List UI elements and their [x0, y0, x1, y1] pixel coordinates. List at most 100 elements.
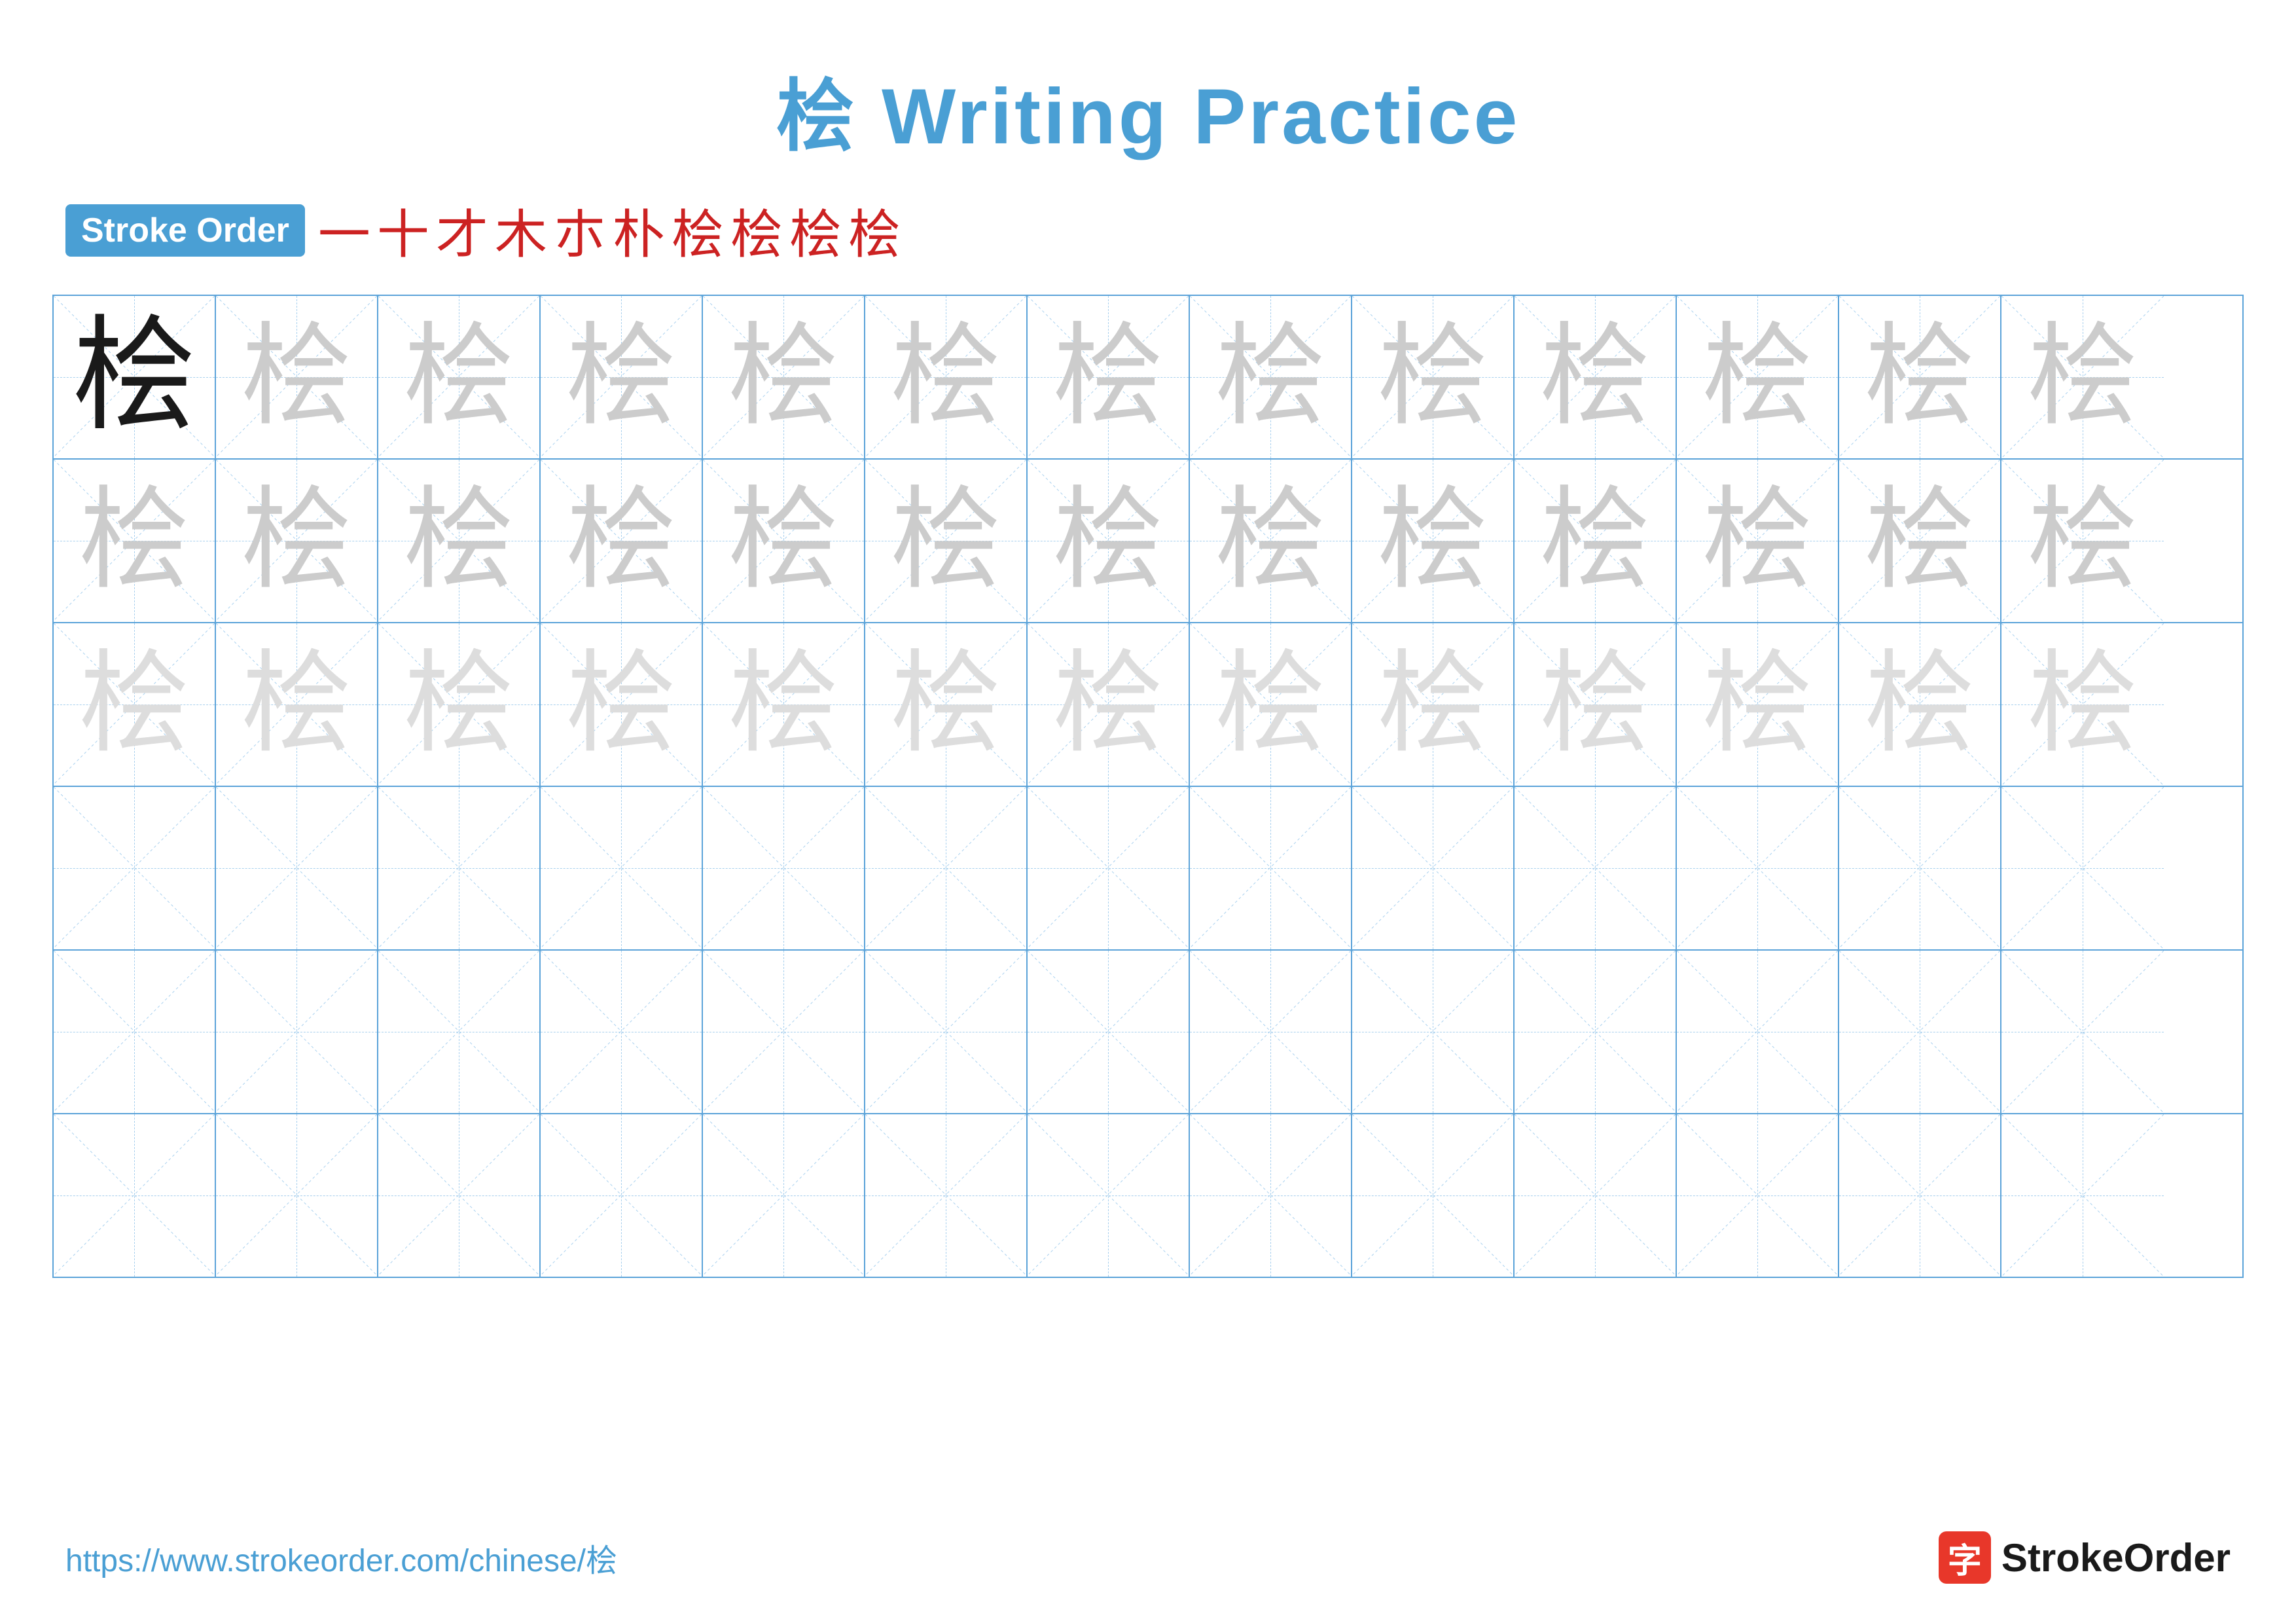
- grid-cell-5-9[interactable]: [1352, 951, 1515, 1113]
- grid-cell-4-12[interactable]: [1839, 787, 2001, 949]
- grid-cell-4-1[interactable]: [54, 787, 216, 949]
- grid-cell-2-1[interactable]: 桧: [54, 460, 216, 622]
- grid-cell-6-12[interactable]: [1839, 1114, 2001, 1277]
- grid-cell-2-5[interactable]: 桧: [703, 460, 865, 622]
- grid-cell-4-2[interactable]: [216, 787, 378, 949]
- stroke-7: 桧: [672, 192, 724, 268]
- grid-cell-4-7[interactable]: [1028, 787, 1190, 949]
- grid-cell-6-10[interactable]: [1515, 1114, 1677, 1277]
- grid-cell-4-13[interactable]: [2001, 787, 2164, 949]
- grid-cell-6-13[interactable]: [2001, 1114, 2164, 1277]
- grid-cell-1-6[interactable]: 桧: [865, 296, 1028, 458]
- grid-cell-5-6[interactable]: [865, 951, 1028, 1113]
- grid-cell-3-11[interactable]: 桧: [1677, 623, 1839, 786]
- page-title: 桧 Writing Practice: [0, 0, 2296, 192]
- grid-cell-6-7[interactable]: [1028, 1114, 1190, 1277]
- grid-cell-3-13[interactable]: 桧: [2001, 623, 2164, 786]
- grid-cell-1-1[interactable]: 桧: [54, 296, 216, 458]
- grid-cell-1-5[interactable]: 桧: [703, 296, 865, 458]
- grid-cell-5-1[interactable]: [54, 951, 216, 1113]
- grid-cell-4-4[interactable]: [541, 787, 703, 949]
- grid-cell-2-9[interactable]: 桧: [1352, 460, 1515, 622]
- grid-cell-2-10[interactable]: 桧: [1515, 460, 1677, 622]
- stroke-order-badge: Stroke Order: [65, 204, 305, 257]
- grid-cell-5-11[interactable]: [1677, 951, 1839, 1113]
- grid-cell-3-6[interactable]: 桧: [865, 623, 1028, 786]
- grid-cell-4-10[interactable]: [1515, 787, 1677, 949]
- grid-cell-3-4[interactable]: 桧: [541, 623, 703, 786]
- stroke-3: 才: [436, 192, 488, 268]
- grid-cell-3-9[interactable]: 桧: [1352, 623, 1515, 786]
- grid-cell-5-5[interactable]: [703, 951, 865, 1113]
- grid-cell-5-12[interactable]: [1839, 951, 2001, 1113]
- stroke-sequence: 一 十 才 木 朩 朴 桧 桧 桧 桧: [318, 192, 901, 268]
- grid-cell-5-8[interactable]: [1190, 951, 1352, 1113]
- grid-cell-5-3[interactable]: [378, 951, 541, 1113]
- grid-cell-3-8[interactable]: 桧: [1190, 623, 1352, 786]
- logo-brand-name: StrokeOrder: [2001, 1535, 2231, 1580]
- practice-grid: 桧 桧 桧 桧 桧 桧 桧 桧: [52, 295, 2244, 1278]
- grid-cell-4-8[interactable]: [1190, 787, 1352, 949]
- grid-cell-1-11[interactable]: 桧: [1677, 296, 1839, 458]
- grid-row-6: [54, 1114, 2242, 1277]
- grid-cell-3-7[interactable]: 桧: [1028, 623, 1190, 786]
- grid-row-2: 桧 桧 桧 桧 桧 桧 桧 桧: [54, 460, 2242, 623]
- grid-cell-4-6[interactable]: [865, 787, 1028, 949]
- grid-cell-1-9[interactable]: 桧: [1352, 296, 1515, 458]
- grid-cell-2-12[interactable]: 桧: [1839, 460, 2001, 622]
- grid-cell-5-10[interactable]: [1515, 951, 1677, 1113]
- grid-cell-6-1[interactable]: [54, 1114, 216, 1277]
- grid-cell-4-3[interactable]: [378, 787, 541, 949]
- stroke-8: 桧: [730, 192, 783, 268]
- stroke-9: 桧: [789, 192, 842, 268]
- grid-cell-6-2[interactable]: [216, 1114, 378, 1277]
- grid-cell-4-9[interactable]: [1352, 787, 1515, 949]
- grid-cell-5-4[interactable]: [541, 951, 703, 1113]
- grid-cell-2-8[interactable]: 桧: [1190, 460, 1352, 622]
- grid-cell-6-11[interactable]: [1677, 1114, 1839, 1277]
- grid-cell-5-7[interactable]: [1028, 951, 1190, 1113]
- grid-cell-1-7[interactable]: 桧: [1028, 296, 1190, 458]
- grid-row-4: [54, 787, 2242, 951]
- grid-cell-1-4[interactable]: 桧: [541, 296, 703, 458]
- grid-row-1: 桧 桧 桧 桧 桧 桧 桧 桧: [54, 296, 2242, 460]
- grid-cell-1-2[interactable]: 桧: [216, 296, 378, 458]
- char-main: 桧: [72, 315, 196, 439]
- grid-cell-2-2[interactable]: 桧: [216, 460, 378, 622]
- grid-cell-6-9[interactable]: [1352, 1114, 1515, 1277]
- grid-cell-2-3[interactable]: 桧: [378, 460, 541, 622]
- grid-cell-3-1[interactable]: 桧: [54, 623, 216, 786]
- stroke-order-row: Stroke Order 一 十 才 木 朩 朴 桧 桧 桧 桧: [0, 192, 2296, 295]
- grid-cell-3-5[interactable]: 桧: [703, 623, 865, 786]
- grid-cell-6-5[interactable]: [703, 1114, 865, 1277]
- grid-cell-2-7[interactable]: 桧: [1028, 460, 1190, 622]
- grid-cell-1-12[interactable]: 桧: [1839, 296, 2001, 458]
- stroke-5: 朩: [554, 192, 606, 268]
- grid-cell-6-3[interactable]: [378, 1114, 541, 1277]
- grid-cell-6-4[interactable]: [541, 1114, 703, 1277]
- grid-cell-3-3[interactable]: 桧: [378, 623, 541, 786]
- stroke-10: 桧: [848, 192, 901, 268]
- grid-cell-6-8[interactable]: [1190, 1114, 1352, 1277]
- grid-cell-4-5[interactable]: [703, 787, 865, 949]
- grid-cell-1-10[interactable]: 桧: [1515, 296, 1677, 458]
- grid-cell-4-11[interactable]: [1677, 787, 1839, 949]
- grid-cell-2-13[interactable]: 桧: [2001, 460, 2164, 622]
- grid-cell-2-4[interactable]: 桧: [541, 460, 703, 622]
- footer-url[interactable]: https://www.strokeorder.com/chinese/桧: [65, 1535, 617, 1580]
- grid-cell-1-13[interactable]: 桧: [2001, 296, 2164, 458]
- grid-cell-3-12[interactable]: 桧: [1839, 623, 2001, 786]
- stroke-4: 木: [495, 192, 547, 268]
- grid-cell-3-10[interactable]: 桧: [1515, 623, 1677, 786]
- grid-cell-5-2[interactable]: [216, 951, 378, 1113]
- grid-cell-2-11[interactable]: 桧: [1677, 460, 1839, 622]
- stroke-1: 一: [318, 192, 370, 268]
- grid-cell-3-2[interactable]: 桧: [216, 623, 378, 786]
- stroke-6: 朴: [613, 192, 665, 268]
- grid-cell-6-6[interactable]: [865, 1114, 1028, 1277]
- logo-icon: 字: [1939, 1531, 1991, 1584]
- grid-cell-1-3[interactable]: 桧: [378, 296, 541, 458]
- grid-cell-1-8[interactable]: 桧: [1190, 296, 1352, 458]
- grid-cell-5-13[interactable]: [2001, 951, 2164, 1113]
- grid-cell-2-6[interactable]: 桧: [865, 460, 1028, 622]
